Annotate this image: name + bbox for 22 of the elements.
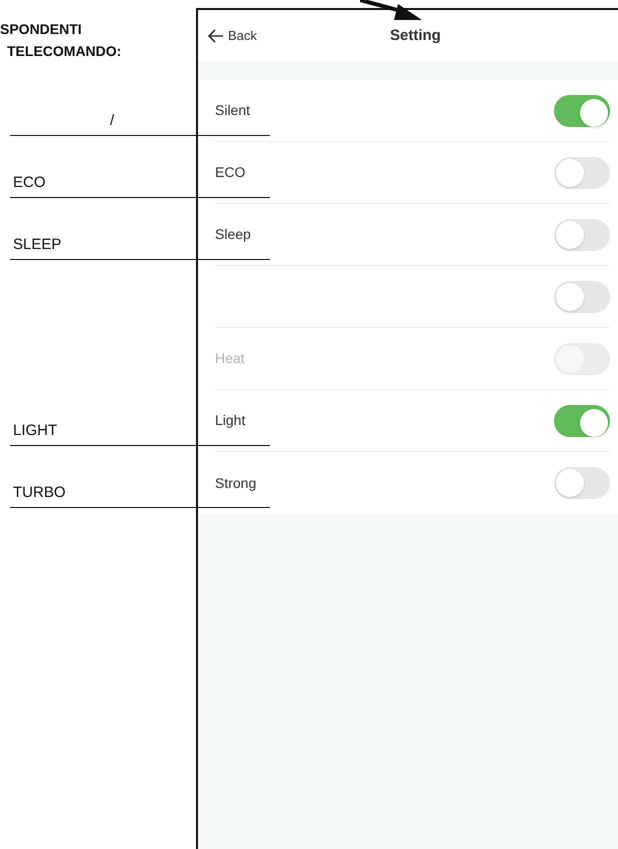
toggle-switch[interactable] — [554, 156, 610, 188]
legend-heading: SPONDENTI — [0, 20, 83, 39]
legend-label: SLEEP — [13, 234, 62, 254]
legend-label: ECO — [13, 172, 46, 192]
setting-label: Heat — [215, 349, 245, 368]
setting-label: Light — [215, 411, 246, 430]
toggle-switch[interactable] — [554, 467, 610, 499]
back-button[interactable]: Back — [208, 26, 257, 46]
legend-heading: TELECOMANDO: — [6, 42, 122, 61]
toggle-switch[interactable] — [554, 94, 610, 126]
setting-label: Strong — [215, 474, 256, 493]
legend-label: LIGHT — [13, 420, 58, 440]
legend-label: / — [110, 110, 114, 130]
toggle-switch[interactable] — [554, 280, 610, 312]
legend-label: TURBO — [13, 482, 66, 502]
setting-label: ECO — [215, 163, 246, 182]
toggle-switch[interactable] — [554, 218, 610, 250]
screen-title: Setting — [390, 26, 441, 46]
setting-label: Sleep — [215, 225, 251, 244]
toggle-switch[interactable] — [554, 404, 610, 436]
setting-label: Silent — [215, 101, 250, 120]
back-arrow-icon — [208, 29, 224, 43]
